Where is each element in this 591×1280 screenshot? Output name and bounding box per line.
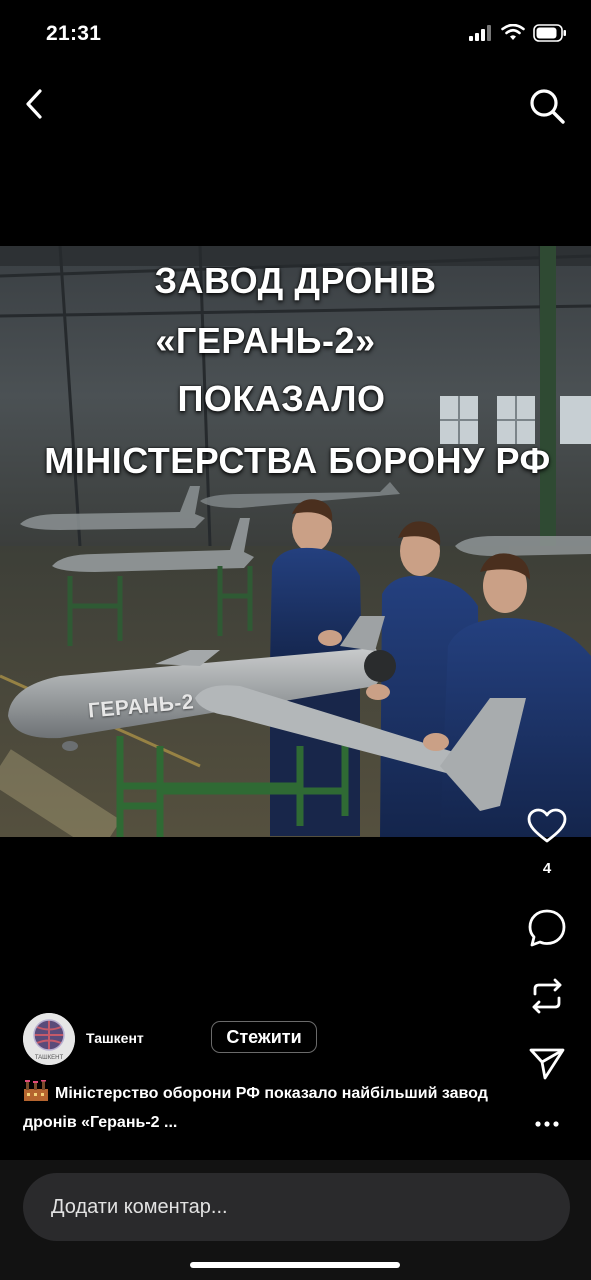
more-options-button[interactable] [526, 1114, 568, 1134]
status-time: 21:31 [46, 22, 102, 45]
home-indicator[interactable] [190, 1262, 400, 1268]
repost-button[interactable] [526, 976, 568, 1016]
overlay-title-line-1: ЗАВОД ДРОНІВ [154, 260, 437, 301]
post-caption[interactable]: Міністерство оборони РФ показало найбіль… [23, 1079, 503, 1137]
chevron-left-icon [26, 89, 42, 119]
comment-button[interactable] [526, 908, 568, 948]
like-count: 4 [542, 860, 552, 877]
avatar-text: TAШКЕНТ [35, 1055, 64, 1061]
comment-bubble-icon [528, 909, 566, 947]
overlay-title-line-4: МІНІСТЕРСТВА БОРОНУ РФ [44, 440, 551, 481]
repost-icon [532, 978, 562, 1014]
comment-input[interactable] [23, 1173, 570, 1241]
send-icon [529, 1048, 565, 1080]
share-button[interactable] [526, 1044, 568, 1084]
wifi-icon [501, 24, 525, 40]
app-screen: 21:31 ЗАВОД ДРОНІВ «ГЕРАНЬ-2» ПОКАЗАЛО М… [0, 0, 591, 1280]
globe-logo-icon: TAШКЕНТ [23, 1013, 75, 1065]
status-icons [469, 24, 567, 42]
caption-text: Міністерство оборони РФ показало найбіль… [23, 1085, 488, 1131]
battery-icon [533, 24, 566, 42]
overlay-title-line-2: «ГЕРАНЬ-2» [155, 320, 376, 361]
author-name[interactable]: Ташкент [86, 1030, 144, 1046]
back-button[interactable] [18, 86, 54, 122]
search-button[interactable] [527, 86, 567, 126]
cellular-signal-icon [469, 25, 491, 41]
more-dots-icon [535, 1121, 559, 1127]
like-button[interactable] [526, 808, 568, 844]
overlay-title-line-3: ПОКАЗАЛО [177, 378, 386, 419]
post-image[interactable]: ЗАВОД ДРОНІВ «ГЕРАНЬ-2» ПОКАЗАЛО МІНІСТЕ… [0, 246, 591, 837]
avatar[interactable]: TAШКЕНТ [23, 1013, 75, 1065]
follow-button[interactable]: Стежити [211, 1021, 317, 1053]
heart-icon [527, 808, 567, 843]
search-icon [530, 89, 565, 124]
factory-emoji-icon [24, 1080, 48, 1101]
